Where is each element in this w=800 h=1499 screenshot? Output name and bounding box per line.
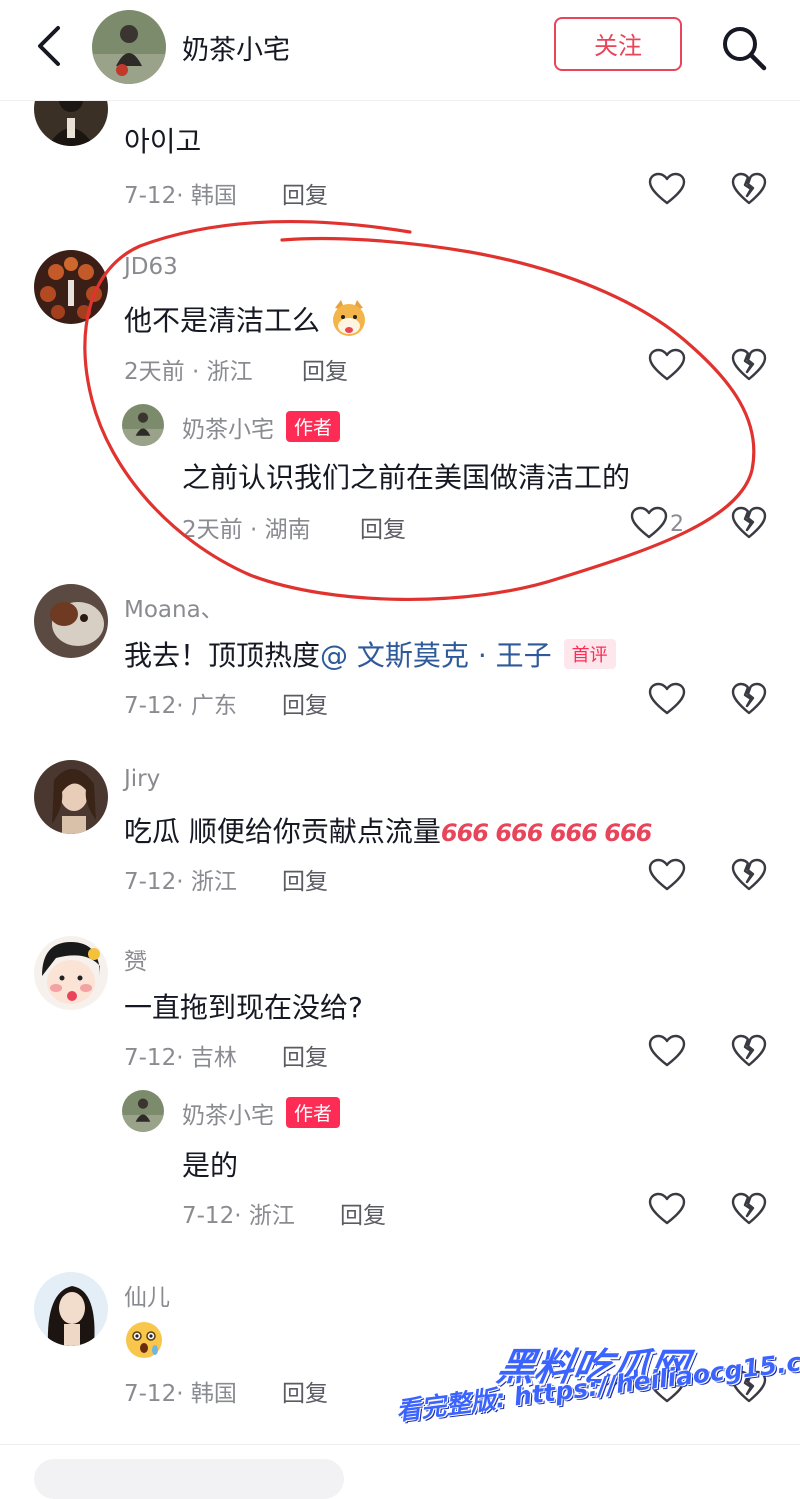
comment-input[interactable] bbox=[34, 1459, 344, 1499]
comment-text bbox=[124, 1320, 164, 1367]
reply-text: 是的 bbox=[182, 1149, 239, 1182]
follow-button[interactable]: 关注 bbox=[554, 17, 682, 71]
comment-item: Moana、 我去！顶顶热度@ 文斯莫克 · 王子 首评 7-12· 广东 回复 bbox=[0, 580, 800, 730]
broken-heart-icon[interactable] bbox=[731, 506, 767, 540]
reply-author[interactable]: 奶茶小宅 作者 bbox=[182, 410, 341, 444]
comment-item: 赟 一直拖到现在没给? 7-12· 吉林 回复 奶茶小宅 作者 是的 7-12· … bbox=[0, 932, 800, 1242]
commenter-name[interactable]: Jiry bbox=[124, 766, 160, 792]
broken-heart-icon[interactable] bbox=[731, 858, 767, 892]
broken-heart-icon[interactable] bbox=[731, 682, 767, 716]
comment-text: 아이고 bbox=[124, 125, 202, 158]
first-comment-badge: 首评 bbox=[563, 639, 616, 669]
commenter-name[interactable]: JD63 bbox=[124, 254, 178, 280]
author-name: 奶茶小宅 bbox=[182, 35, 290, 66]
avatar-image bbox=[34, 936, 108, 1010]
avatar-image bbox=[122, 404, 164, 446]
commenter-name[interactable]: 赟 bbox=[124, 942, 147, 976]
heart-icon[interactable] bbox=[648, 858, 686, 892]
comment-meta: 7-12· 吉林 bbox=[124, 1045, 237, 1071]
broken-heart-icon[interactable] bbox=[731, 348, 767, 382]
comment-text: 一直拖到现在没给? bbox=[124, 991, 363, 1024]
heart-icon[interactable] bbox=[630, 506, 668, 540]
red-circle-annotation bbox=[83, 220, 756, 601]
dog-emoji bbox=[332, 300, 365, 336]
avatar-image bbox=[34, 250, 108, 324]
reply-button[interactable]: 回复 bbox=[282, 1038, 328, 1072]
heart-icon[interactable] bbox=[648, 1034, 686, 1068]
avatar-image bbox=[34, 760, 108, 834]
comment-item: 아이고 7-12· 韩国 回复 bbox=[0, 72, 800, 210]
reply-button[interactable]: 回复 bbox=[302, 352, 348, 386]
comment-meta: 7-12· 韩国 bbox=[124, 1381, 237, 1407]
commenter-avatar[interactable] bbox=[34, 250, 108, 324]
like-count: 2 bbox=[670, 512, 684, 537]
comment-text: 我去！顶顶热度@ 文斯莫克 · 王子 首评 bbox=[124, 634, 616, 674]
avatar-image bbox=[34, 1272, 108, 1346]
back-button[interactable] bbox=[30, 24, 70, 68]
astonished-emoji bbox=[126, 1322, 162, 1358]
author-avatar[interactable] bbox=[92, 10, 166, 84]
reply-author-name: 奶茶小宅 bbox=[182, 417, 274, 443]
comment-meta: 2天前 · 浙江 bbox=[124, 359, 253, 385]
comment-meta: 7-12· 浙江 bbox=[124, 869, 237, 895]
reply-meta: 7-12· 浙江 bbox=[182, 1203, 295, 1229]
broken-heart-icon[interactable] bbox=[731, 1192, 767, 1226]
avatar-image bbox=[122, 1090, 164, 1132]
avatar-image bbox=[34, 584, 108, 658]
avatar-image bbox=[92, 10, 166, 84]
commenter-avatar[interactable] bbox=[34, 760, 108, 834]
reply-button[interactable]: 回复 bbox=[340, 1196, 386, 1230]
comment-meta: 7-12· 广东 bbox=[124, 693, 237, 719]
reply-button[interactable]: 回复 bbox=[282, 1374, 328, 1408]
author-badge: 作者 bbox=[286, 411, 341, 442]
broken-heart-icon[interactable] bbox=[731, 172, 767, 206]
reply-button[interactable]: 回复 bbox=[360, 510, 406, 544]
chevron-left-icon bbox=[38, 26, 60, 66]
heart-icon[interactable] bbox=[648, 172, 686, 206]
bottom-input-bar bbox=[0, 1444, 800, 1499]
comment-text-body: 我去！顶顶热度 bbox=[124, 639, 321, 672]
heart-icon[interactable] bbox=[648, 1192, 686, 1226]
comment-meta: 7-12· 韩国 bbox=[124, 183, 237, 209]
heart-icon[interactable] bbox=[648, 348, 686, 382]
search-icon bbox=[723, 27, 767, 71]
commenter-name[interactable]: Moana、 bbox=[124, 590, 224, 624]
broken-heart-icon[interactable] bbox=[731, 1034, 767, 1068]
commenter-avatar[interactable] bbox=[34, 1272, 108, 1346]
comment-text-body: 吃瓜 顺便给你贡献点流量 bbox=[124, 815, 441, 848]
commenter-name[interactable]: 仙儿 bbox=[124, 1278, 170, 1312]
reply-author-name: 奶茶小宅 bbox=[182, 1103, 274, 1129]
reply-text: 之前认识我们之前在美国做清洁工的 bbox=[182, 461, 631, 494]
reply-button[interactable]: 回复 bbox=[282, 176, 328, 210]
comment-text: 他不是清洁工么 bbox=[124, 298, 369, 339]
commenter-avatar[interactable] bbox=[34, 584, 108, 658]
comment-item: JD63 他不是清洁工么 2天前 · 浙江 回复 奶茶小宅 作者 之前认识我们之前… bbox=[0, 240, 800, 570]
heart-icon[interactable] bbox=[648, 682, 686, 716]
top-bar: 奶茶小宅 关注 bbox=[0, 0, 800, 101]
commenter-avatar[interactable] bbox=[34, 936, 108, 1010]
reply-avatar[interactable] bbox=[122, 1090, 164, 1132]
search-button[interactable] bbox=[718, 22, 770, 74]
reply-button[interactable]: 回复 bbox=[282, 862, 328, 896]
comment-item: Jiry 吃瓜 顺便给你贡献点流量666 666 666 666 7-12· 浙… bbox=[0, 756, 800, 906]
comment-text: 吃瓜 顺便给你贡献点流量666 666 666 666 bbox=[124, 810, 652, 850]
reply-author[interactable]: 奶茶小宅 作者 bbox=[182, 1096, 341, 1130]
666-emoji: 666 666 666 666 bbox=[440, 819, 652, 847]
author-badge: 作者 bbox=[286, 1097, 341, 1128]
reply-button[interactable]: 回复 bbox=[282, 686, 328, 720]
reply-avatar[interactable] bbox=[122, 404, 164, 446]
comment-text-body: 他不是清洁工么 bbox=[124, 304, 321, 337]
reply-meta: 2天前 · 湖南 bbox=[182, 517, 311, 543]
mention-link[interactable]: @ 文斯莫克 · 王子 bbox=[320, 639, 552, 672]
